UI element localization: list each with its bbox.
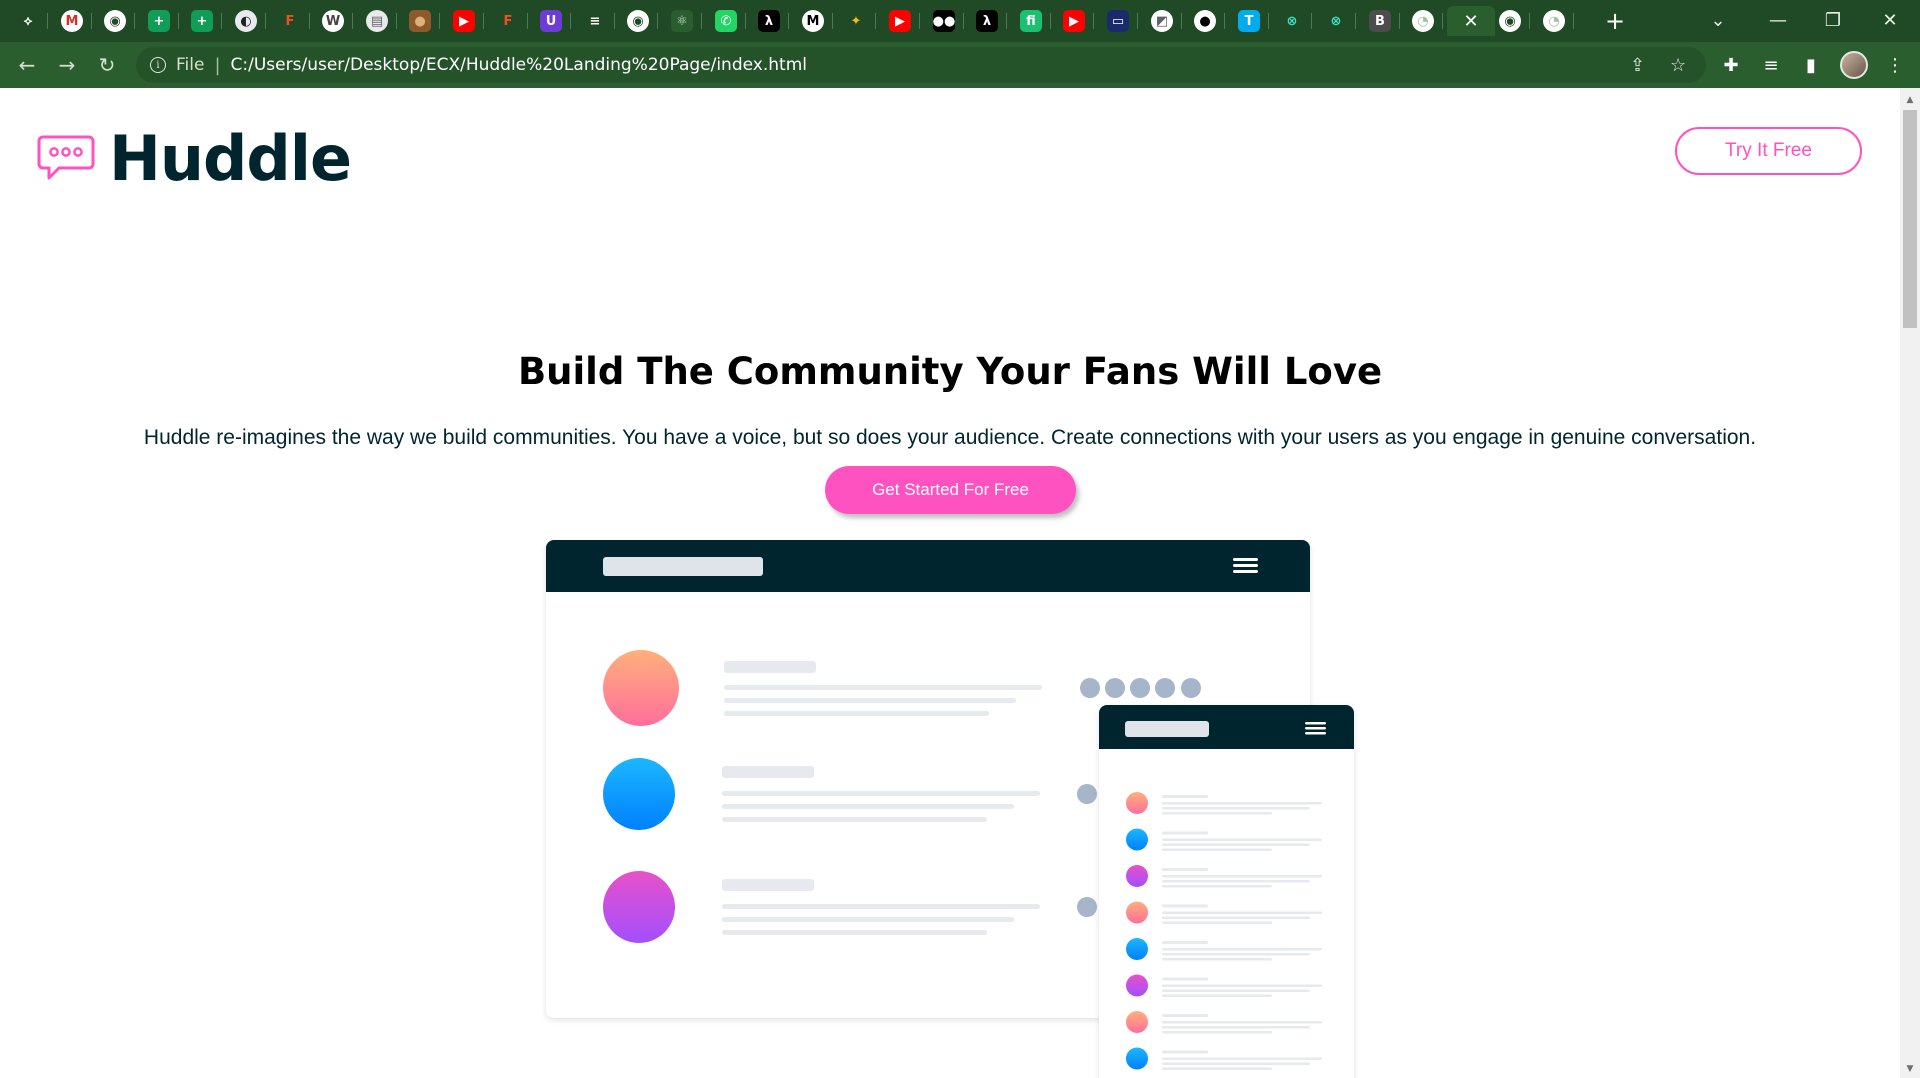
mobile-row-line [1162, 795, 1208, 798]
mobile-row-line [1162, 1057, 1322, 1060]
mobile-row-avatar [1126, 792, 1148, 814]
scrollbar-thumb[interactable] [1903, 110, 1917, 328]
mobile-row-line [1162, 1062, 1310, 1065]
mobile-row-avatar [1126, 828, 1148, 851]
mobile-row-line [1162, 994, 1272, 997]
mobile-row-avatar [1126, 938, 1148, 960]
scroll-up-icon[interactable]: ▲ [1903, 93, 1917, 107]
mobile-row-line [1162, 807, 1310, 810]
mobile-row-line [1162, 989, 1310, 992]
mobile-row-line [1162, 948, 1322, 951]
mobile-hamburger-icon [1305, 722, 1326, 735]
mobile-row-line [1162, 843, 1310, 846]
mobile-row-line [1162, 941, 1208, 944]
mobile-row-line [1162, 868, 1208, 871]
scroll-down-icon[interactable]: ▼ [1903, 1062, 1917, 1076]
mobile-row-line [1162, 848, 1272, 851]
mobile-row-avatar [1126, 901, 1148, 924]
mobile-row-line [1162, 1026, 1310, 1029]
mobile-row-line [1162, 885, 1272, 888]
mobile-row-line [1162, 904, 1208, 908]
mobile-row-line [1162, 1021, 1322, 1024]
mobile-row-line [1162, 831, 1208, 835]
mobile-row-line [1162, 1031, 1272, 1034]
mobile-row-line [1162, 977, 1208, 981]
mobile-row-line [1162, 984, 1322, 987]
mobile-mockup [1099, 705, 1354, 1078]
mobile-row-avatar [1126, 1047, 1148, 1070]
mobile-row-line [1162, 911, 1322, 914]
mobile-row-line [1162, 875, 1322, 878]
mobile-row-line [1162, 916, 1310, 919]
mobile-row-avatar [1126, 974, 1148, 997]
mobile-row-line [1162, 958, 1272, 961]
mobile-row-line [1162, 880, 1310, 883]
hero-mockup-illustration [546, 540, 1354, 1078]
mobile-row-line [1162, 812, 1272, 815]
hamburger-icon [1233, 558, 1258, 573]
mobile-row-avatar [1126, 865, 1148, 887]
mobile-row-line [1162, 1067, 1272, 1070]
mobile-row-line [1162, 838, 1322, 841]
mobile-row-line [1162, 1014, 1208, 1017]
mobile-row-avatar [1126, 1011, 1148, 1033]
mobile-row-line [1162, 921, 1272, 924]
mobile-row-line [1162, 1050, 1208, 1054]
mobile-row-line [1162, 802, 1322, 805]
mobile-row-line [1162, 953, 1310, 956]
